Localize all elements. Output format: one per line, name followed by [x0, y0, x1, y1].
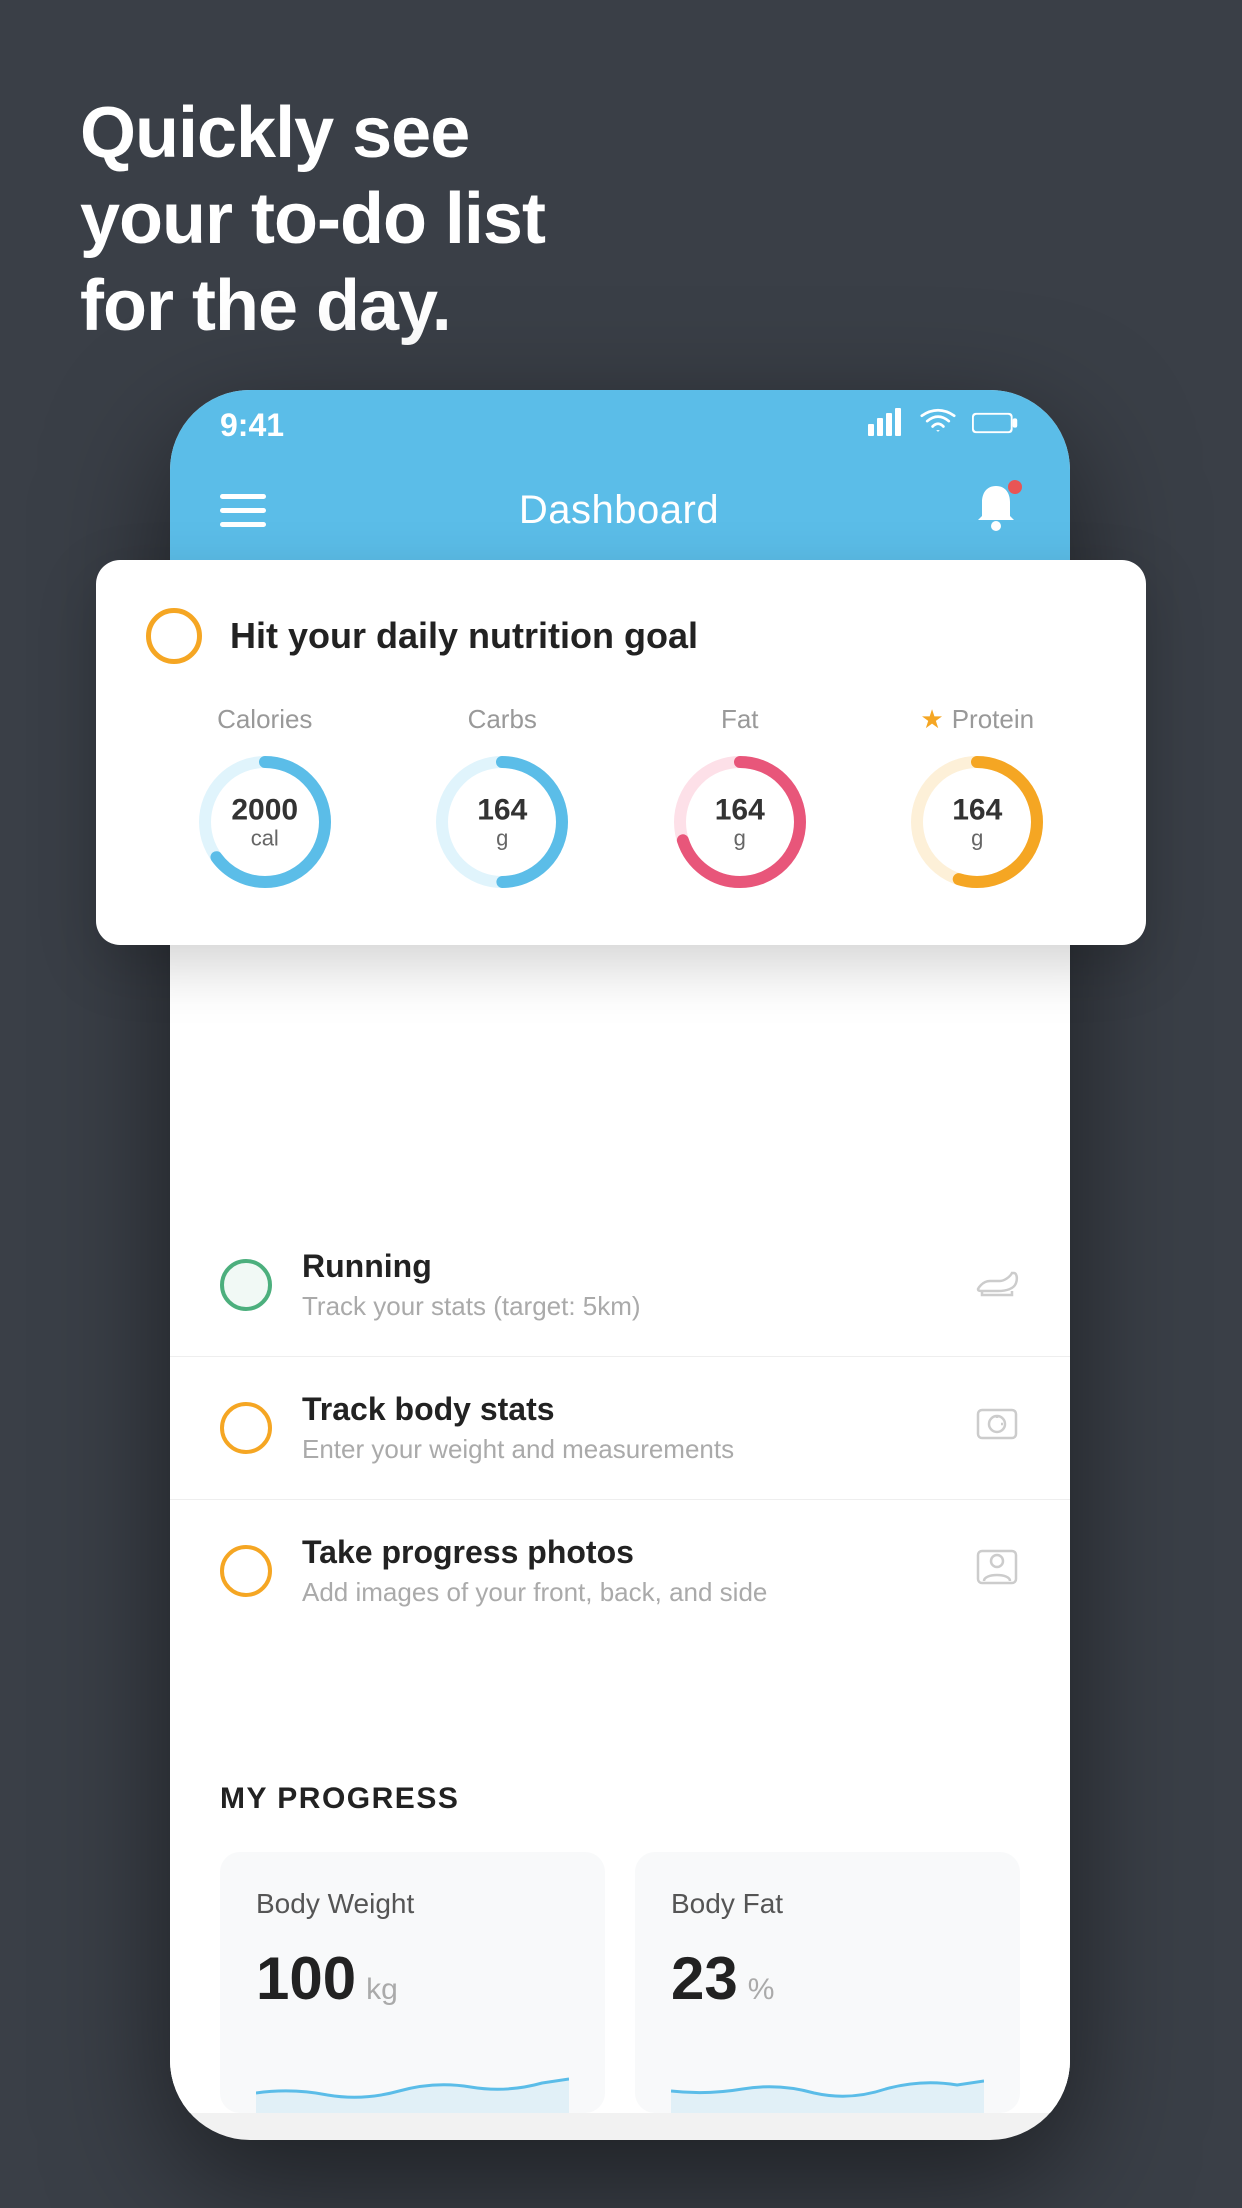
body-fat-chart — [671, 2043, 984, 2113]
progress-section: MY PROGRESS Body Weight 100 kg — [170, 1732, 1070, 2113]
body-fat-card[interactable]: Body Fat 23 % — [635, 1852, 1020, 2113]
item-title: Track body stats — [302, 1391, 944, 1428]
floating-nutrition-card: Hit your daily nutrition goal Calories 2… — [96, 560, 1146, 945]
fat-label: Fat — [721, 704, 759, 735]
item-text-bodystats: Track body stats Enter your weight and m… — [302, 1391, 944, 1465]
status-icons — [868, 407, 1020, 444]
calories-value: 2000 — [231, 793, 298, 826]
body-weight-chart — [256, 2043, 569, 2113]
carbs-value: 164 — [477, 793, 527, 826]
body-weight-value: 100 kg — [256, 1944, 569, 2013]
carbs-item: Carbs 164 g — [427, 704, 577, 897]
person-icon — [974, 1547, 1020, 1596]
item-text-photos: Take progress photos Add images of your … — [302, 1534, 944, 1608]
hero-text: Quickly see your to-do list for the day. — [80, 90, 545, 349]
fat-item: Fat 164 g — [665, 704, 815, 897]
card-title: Hit your daily nutrition goal — [230, 615, 698, 657]
calories-unit: cal — [231, 826, 298, 850]
signal-icon — [868, 407, 904, 444]
protein-value: 164 — [952, 793, 1002, 826]
item-subtitle: Add images of your front, back, and side — [302, 1577, 944, 1608]
item-checkbox-photos[interactable] — [220, 1545, 272, 1597]
item-title: Take progress photos — [302, 1534, 944, 1571]
nutrition-row: Calories 2000 cal Carbs — [146, 704, 1096, 897]
calories-circle: 2000 cal — [190, 747, 340, 897]
nutrition-checkbox[interactable] — [146, 608, 202, 664]
protein-circle: 164 g — [902, 747, 1052, 897]
star-icon: ★ — [920, 704, 943, 735]
body-weight-unit: kg — [366, 1973, 398, 2007]
carbs-label: Carbs — [468, 704, 537, 735]
item-subtitle: Track your stats (target: 5km) — [302, 1291, 944, 1322]
protein-unit: g — [952, 826, 1002, 850]
carbs-unit: g — [477, 826, 527, 850]
body-weight-label: Body Weight — [256, 1888, 569, 1920]
time-display: 9:41 — [220, 407, 284, 444]
fat-circle: 164 g — [665, 747, 815, 897]
item-title: Running — [302, 1248, 944, 1285]
todo-list: Running Track your stats (target: 5km) T… — [170, 1214, 1070, 1642]
list-item[interactable]: Track body stats Enter your weight and m… — [170, 1357, 1070, 1500]
carbs-circle: 164 g — [427, 747, 577, 897]
progress-cards: Body Weight 100 kg Body Fat — [220, 1852, 1020, 2113]
fat-value: 164 — [715, 793, 765, 826]
nav-title: Dashboard — [519, 488, 719, 533]
fat-unit: g — [715, 826, 765, 850]
protein-item: ★ Protein 164 g — [902, 704, 1052, 897]
body-fat-value: 23 % — [671, 1944, 984, 2013]
calories-item: Calories 2000 cal — [190, 704, 340, 897]
body-fat-unit: % — [748, 1973, 775, 2007]
calories-label: Calories — [217, 704, 312, 735]
body-weight-card[interactable]: Body Weight 100 kg — [220, 1852, 605, 2113]
body-weight-number: 100 — [256, 1944, 356, 2013]
list-item[interactable]: Running Track your stats (target: 5km) — [170, 1214, 1070, 1357]
wifi-icon — [920, 407, 956, 444]
item-checkbox-bodystats[interactable] — [220, 1402, 272, 1454]
status-bar: 9:41 — [170, 390, 1070, 460]
hamburger-menu[interactable] — [220, 494, 266, 527]
shoe-icon — [974, 1261, 1020, 1310]
item-checkbox-running[interactable] — [220, 1259, 272, 1311]
card-title-row: Hit your daily nutrition goal — [146, 608, 1096, 664]
item-text-running: Running Track your stats (target: 5km) — [302, 1248, 944, 1322]
progress-section-header: MY PROGRESS — [220, 1782, 1020, 1816]
battery-icon — [972, 407, 1020, 444]
scale-icon — [974, 1404, 1020, 1453]
body-fat-number: 23 — [671, 1944, 738, 2013]
protein-label: ★ Protein — [920, 704, 1034, 735]
body-fat-label: Body Fat — [671, 1888, 984, 1920]
item-subtitle: Enter your weight and measurements — [302, 1434, 944, 1465]
list-item[interactable]: Take progress photos Add images of your … — [170, 1500, 1070, 1642]
nav-bar: Dashboard — [170, 460, 1070, 560]
notification-bell[interactable] — [972, 482, 1020, 539]
